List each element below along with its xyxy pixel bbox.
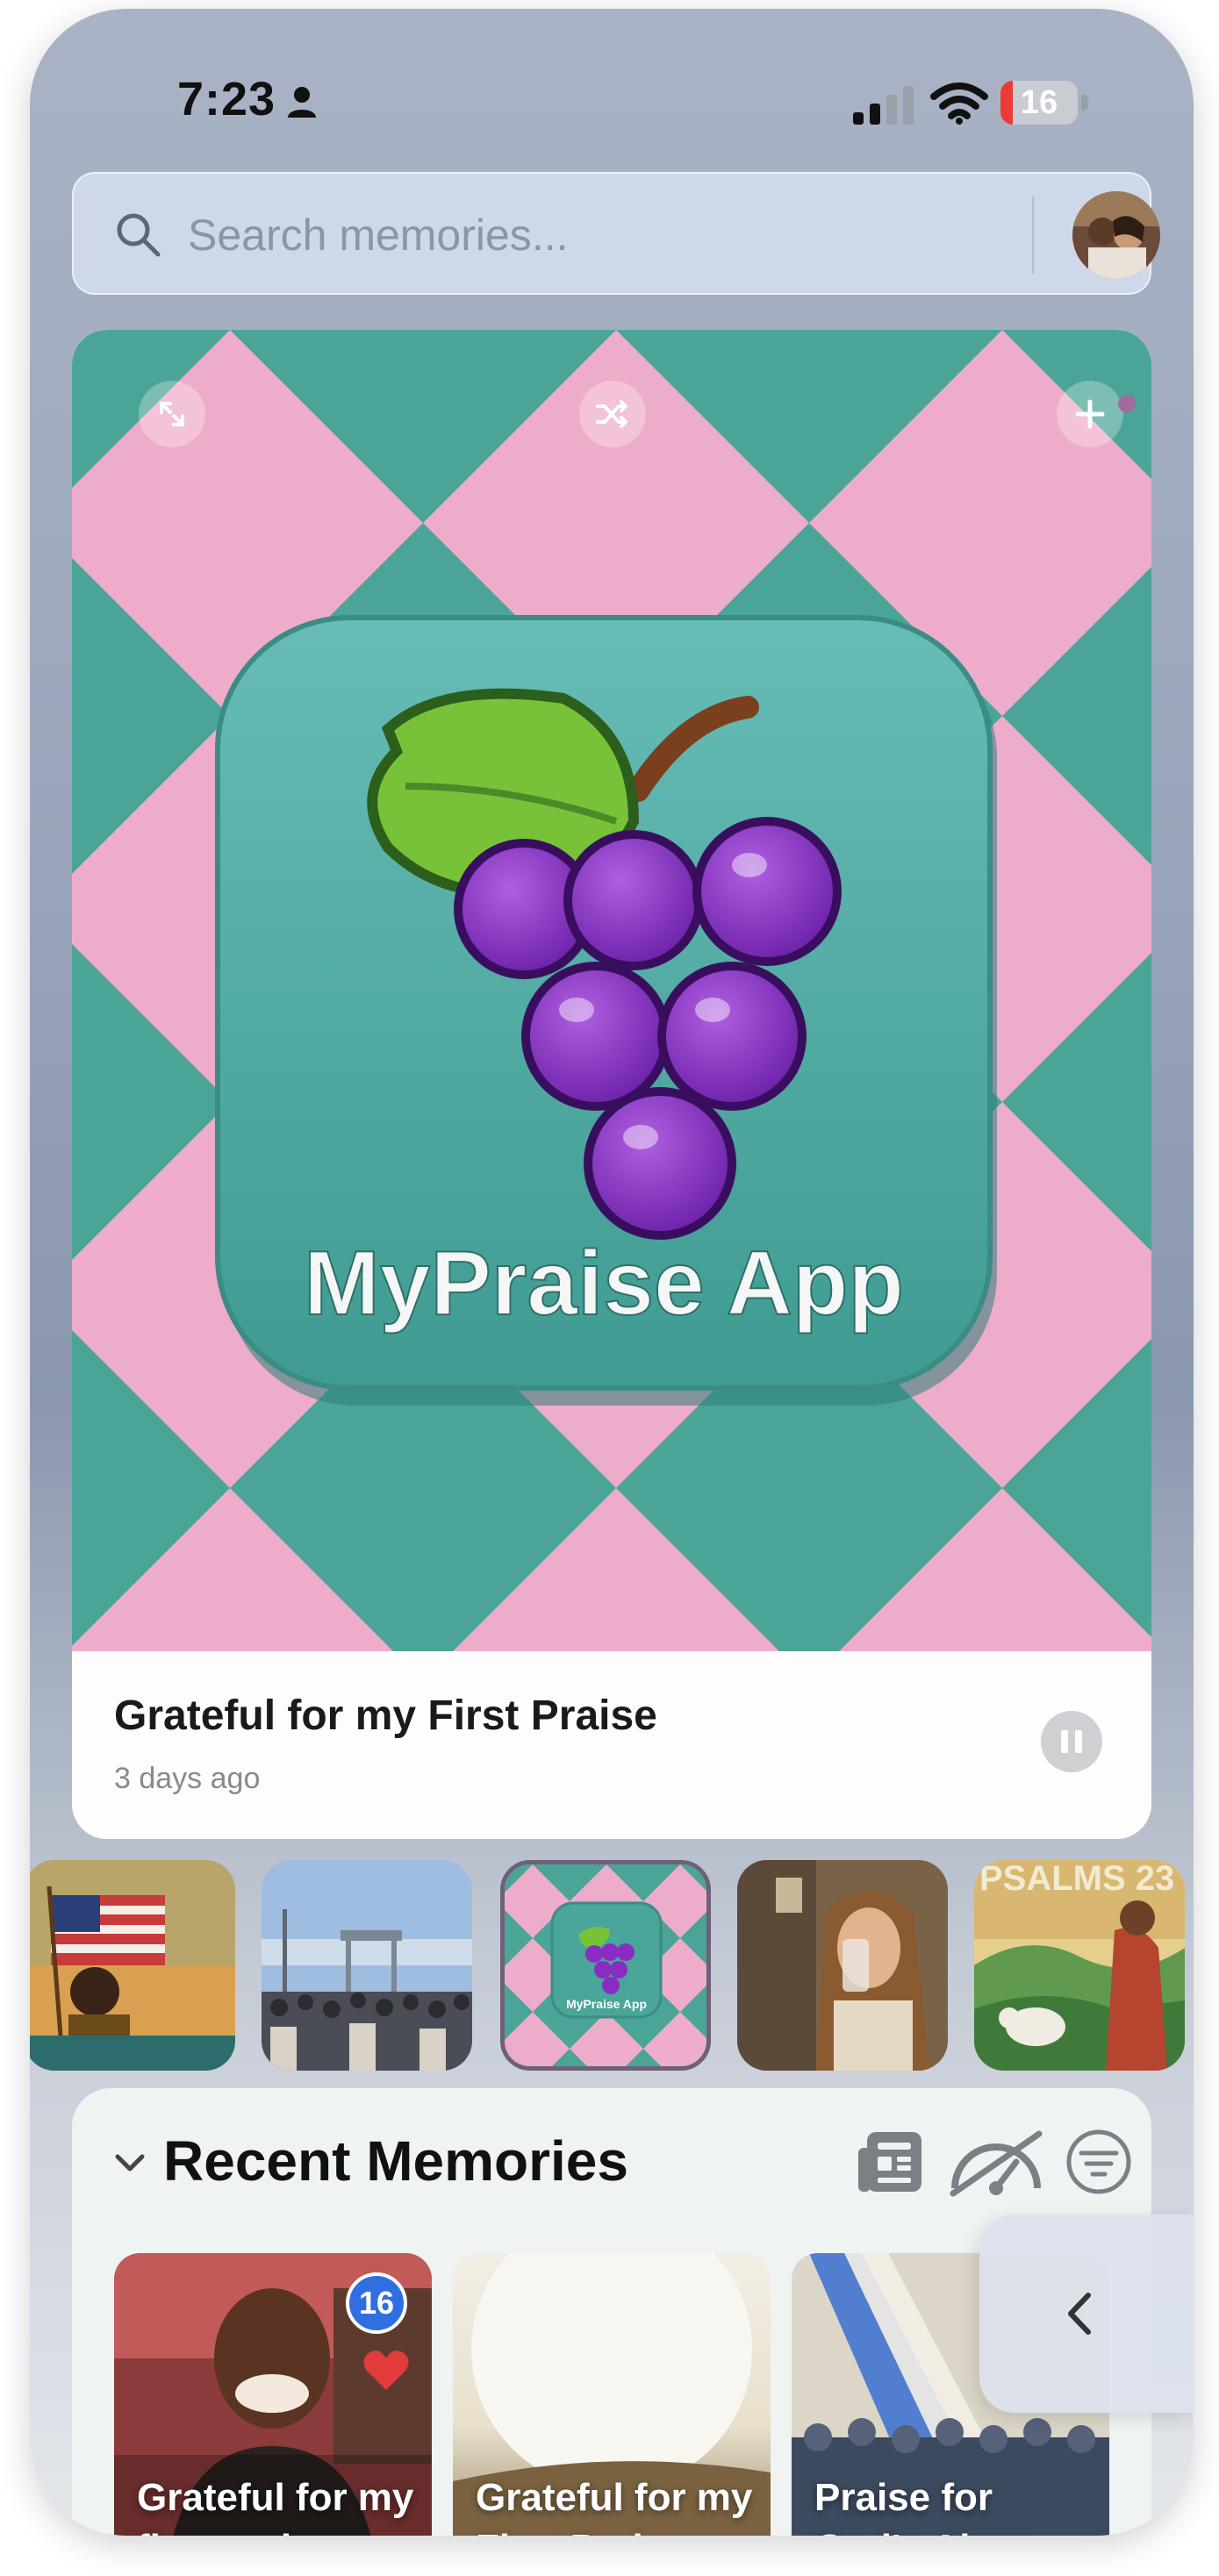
heart-icon — [363, 2351, 409, 2390]
person-icon — [288, 87, 316, 118]
featured-memory-image: MyPraise App — [72, 330, 1151, 1651]
add-button[interactable] — [1057, 381, 1123, 447]
search-input[interactable] — [188, 200, 978, 270]
speed-off-icon[interactable] — [948, 2127, 1044, 2197]
cellular-signal-icon — [853, 86, 914, 125]
thumbnail-mypraise-app[interactable]: MyPraise App — [500, 1860, 711, 2071]
pause-button[interactable] — [1041, 1711, 1102, 1772]
search-divider — [1032, 197, 1034, 274]
featured-memory-title: Grateful for my First Praise — [114, 1692, 657, 1739]
featured-memory-card[interactable]: MyPraise App Grateful for my First Prais… — [72, 330, 1151, 1839]
collapse-panel-button[interactable] — [979, 2215, 1194, 2413]
avatar[interactable] — [1072, 191, 1160, 279]
svg-text:MyPraise App: MyPraise App — [566, 1997, 647, 2011]
memory-card-title: Praise for God's Abun... — [814, 2476, 1063, 2536]
memory-count-badge: 16 — [346, 2272, 407, 2334]
thumbnail-psalms-23[interactable]: PSALMS 23 — [974, 1860, 1185, 2071]
status-time: 7:23 — [177, 73, 276, 125]
news-icon[interactable] — [855, 2127, 930, 2197]
battery-level: 16 — [1020, 84, 1058, 121]
phone-screen: 7:23 16 Search memories... MyPraise App … — [30, 9, 1194, 2536]
memory-thumbnail-strip[interactable]: MyPraise App PSALMS 23 — [30, 1860, 1194, 2071]
shuffle-button[interactable] — [579, 381, 646, 447]
expand-icon — [160, 402, 184, 426]
notification-dot — [1118, 395, 1136, 412]
thumbnail-flag-celebration[interactable] — [30, 1860, 235, 2071]
featured-memory-date: 3 days ago — [114, 1762, 261, 1795]
recent-memories-title: Recent Memories — [163, 2129, 628, 2193]
expand-button[interactable] — [139, 381, 205, 447]
thumbnail-woman-drinking[interactable] — [737, 1860, 948, 2071]
chevron-down-icon[interactable] — [111, 2150, 149, 2176]
search-bar[interactable] — [72, 172, 1160, 295]
featured-memory-caption: Grateful for my First Praise 3 days ago — [72, 1651, 1151, 1839]
wifi-icon — [930, 82, 988, 125]
chevron-left-icon — [1068, 2293, 1091, 2335]
search-icon — [117, 213, 161, 257]
pause-icon — [1061, 1730, 1068, 1753]
filter-icon[interactable] — [1064, 2127, 1134, 2197]
memory-card[interactable]: Grateful for my First Prai... — [453, 2253, 771, 2536]
memory-card-title: Grateful for my first prai... — [137, 2476, 414, 2536]
memory-card[interactable]: 16 Grateful for my first prai... — [114, 2253, 432, 2536]
shuffle-icon — [596, 400, 627, 428]
thumbnail-boardwalk-crowd[interactable] — [262, 1860, 472, 2071]
battery-indicator: 16 — [1000, 81, 1088, 125]
memory-card-title: Grateful for my First Prai... — [476, 2476, 753, 2536]
app-logo-text: MyPraise App — [304, 1233, 904, 1335]
svg-text:PSALMS 23: PSALMS 23 — [979, 1860, 1174, 1898]
plus-icon — [1075, 399, 1105, 429]
